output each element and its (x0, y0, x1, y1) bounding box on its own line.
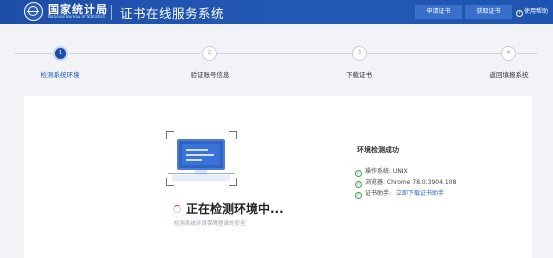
step-connector (69, 53, 201, 54)
step-4-label: 返回填报系统 (489, 71, 529, 79)
monitor-icon (177, 139, 225, 170)
result-row-browser: ✓ 浏览器: Chrome 78.0.3904.108 (355, 177, 456, 188)
system-title: 证书在线服务系统 (120, 6, 225, 21)
step-3-label: 下载证书 (346, 71, 372, 79)
step-connector (368, 53, 501, 54)
org-name-en: National Bureau of Statistics (48, 14, 105, 19)
result-title: 环境检测成功 (357, 146, 399, 154)
help-label: 使用帮助 (524, 8, 549, 15)
help-link[interactable]: ? 使用帮助 (516, 6, 548, 17)
step-1-label: 检测系统环境 (40, 71, 80, 79)
detection-status-title: 正在检测环境中... (186, 202, 284, 216)
top-header: 国家统计局 National Bureau of Statistics 证书在线… (0, 0, 553, 24)
result-row-cert-helper: ✓ 证书助手: 立即下载证书助手 (355, 188, 444, 199)
check-circle-icon: ✓ (355, 170, 362, 177)
check-circle-icon: ✓ (355, 181, 362, 188)
step-4-indicator: 4 (501, 46, 516, 61)
step-connector (517, 53, 537, 54)
step-1-indicator: 1 (53, 46, 68, 61)
step-3-indicator: 3 (352, 46, 367, 61)
detection-status-subtitle: 检测系统环境保障登录的安全 (174, 221, 246, 227)
apply-certificate-button[interactable]: 申请证书 (415, 5, 462, 19)
check-circle-icon: ✓ (355, 192, 362, 199)
header-divider (111, 5, 112, 20)
progress-steps: 1 2 3 4 检测系统环境 验证账号信息 下载证书 返回填报系统 (0, 24, 553, 90)
os-info: 操作系统: UNIX (365, 168, 408, 175)
cert-helper-label: 证书助手: (365, 190, 393, 197)
scan-line (168, 173, 235, 174)
step-connector (217, 53, 352, 54)
step-2-label: 验证账号信息 (190, 71, 230, 79)
get-certificate-button[interactable]: 获取证书 (465, 5, 512, 19)
loading-spinner-icon (173, 205, 181, 213)
help-icon: ? (516, 10, 523, 17)
browser-info: 浏览器: Chrome 78.0.3904.108 (365, 179, 457, 186)
detection-card: 正在检测环境中... 检测系统环境保障登录的安全 环境检测成功 ✓ 操作系统: U… (24, 96, 532, 258)
computer-scan-illustration (166, 131, 237, 186)
result-row-os: ✓ 操作系统: UNIX (355, 166, 408, 177)
nbs-logo-icon (24, 2, 43, 21)
step-2-indicator: 2 (202, 46, 217, 61)
step-connector (15, 53, 53, 54)
download-helper-link[interactable]: 立即下载证书助手 (396, 190, 444, 197)
